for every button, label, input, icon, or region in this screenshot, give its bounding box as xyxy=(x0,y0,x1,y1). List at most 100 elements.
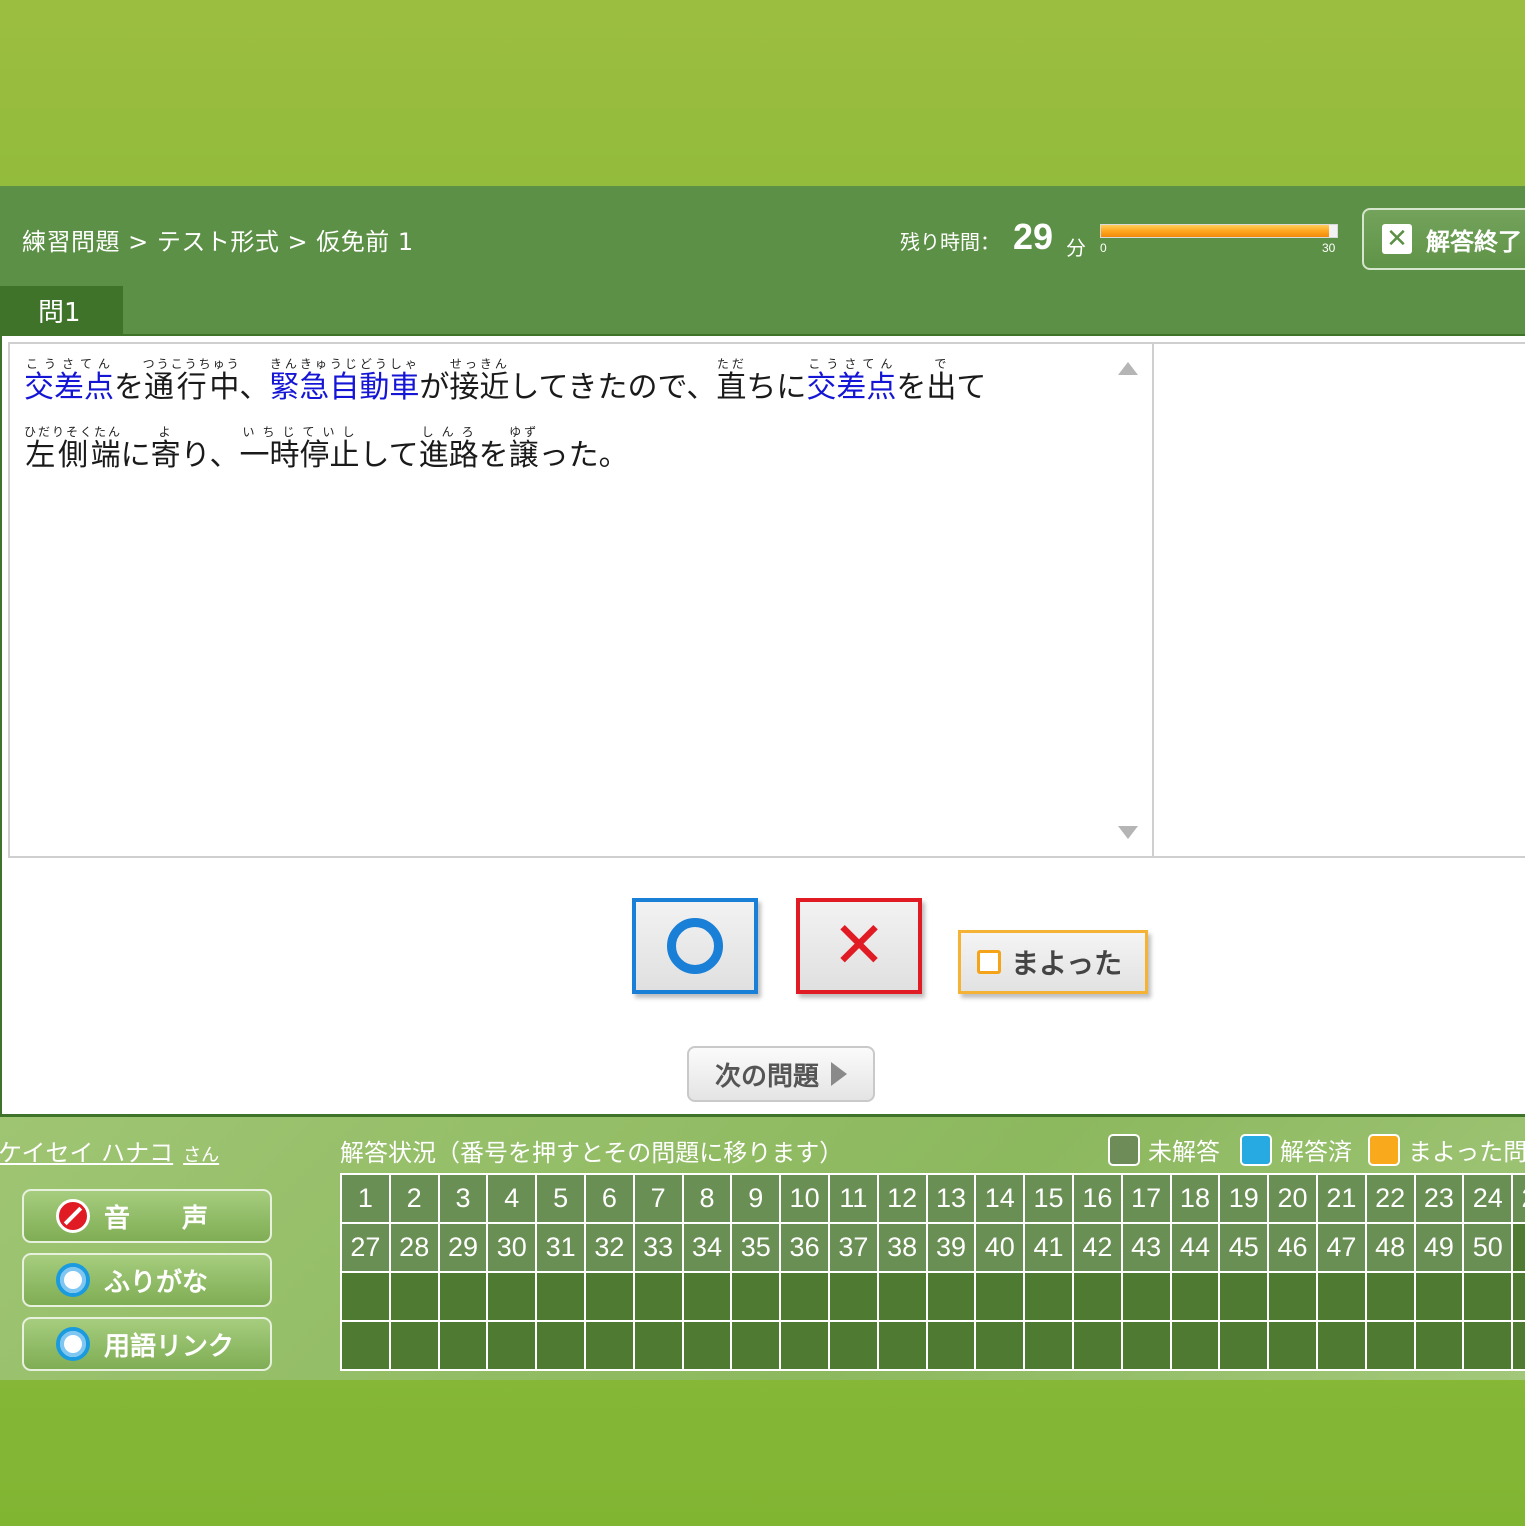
question-text-segment: に xyxy=(120,438,151,473)
question-number-cell[interactable]: 12 xyxy=(878,1175,928,1224)
empty-grid-cell xyxy=(1269,1273,1318,1322)
question-text-segment: を xyxy=(114,370,144,405)
question-text-segment: 譲ゆず xyxy=(508,425,539,473)
empty-grid-cell xyxy=(585,1273,635,1322)
empty-grid-cell xyxy=(1220,1322,1270,1371)
question-number-cell[interactable]: 9 xyxy=(732,1175,782,1224)
question-text-segment: 直ただ xyxy=(716,357,747,405)
question-number-cell[interactable]: 50 xyxy=(1464,1224,1514,1273)
question-number-cell[interactable]: 32 xyxy=(585,1224,635,1273)
empty-grid-cell xyxy=(585,1322,635,1371)
empty-grid-cell xyxy=(1317,1322,1367,1371)
question-number-cell[interactable]: 37 xyxy=(829,1224,879,1273)
timer-progress-fill xyxy=(1101,225,1330,237)
question-number-cell[interactable]: 4 xyxy=(488,1175,538,1224)
empty-grid-cell xyxy=(1366,1273,1416,1322)
empty-grid-cell xyxy=(488,1322,538,1371)
question-number-cell[interactable]: 42 xyxy=(1073,1224,1123,1273)
unsure-button[interactable]: まよった xyxy=(958,930,1148,994)
question-tab[interactable]: 問1 xyxy=(0,286,123,334)
question-number-cell[interactable]: 45 xyxy=(1220,1224,1270,1273)
image-panel xyxy=(1154,342,1525,858)
question-number-cell[interactable]: 47 xyxy=(1317,1224,1367,1273)
empty-grid-cell xyxy=(976,1322,1026,1371)
question-number-cell[interactable]: 15 xyxy=(1025,1175,1074,1224)
user-suffix: さん xyxy=(183,1145,220,1166)
question-number-cell[interactable]: 2 xyxy=(390,1175,440,1224)
next-question-button[interactable]: 次の問題 xyxy=(687,1046,875,1102)
question-number-cell[interactable]: 46 xyxy=(1269,1224,1318,1273)
question-number-grid: 1 2 3 4 5 6 7 8 9 10 11 12 13 14 15 16 17 18 19 20 21 22 23 24 2… xyxy=(340,1173,1525,1371)
empty-grid-cell xyxy=(732,1322,782,1371)
empty-grid-cell xyxy=(342,1273,391,1322)
answer-correct-button[interactable] xyxy=(632,898,758,994)
scroll-down-icon[interactable] xyxy=(1118,826,1138,839)
question-number-cell[interactable]: 8 xyxy=(683,1175,733,1224)
checkbox-icon xyxy=(977,950,1001,974)
question-number-cell[interactable]: 18 xyxy=(1171,1175,1221,1224)
empty-grid-cell xyxy=(1366,1322,1416,1371)
question-number-cell[interactable]: 34 xyxy=(683,1224,733,1273)
empty-grid-cell xyxy=(878,1273,928,1322)
question-number-cell[interactable]: 22 xyxy=(1366,1175,1416,1224)
question-number-cell[interactable]: 25 xyxy=(1513,1175,1525,1224)
term-link-toggle-button[interactable]: 用語リンク xyxy=(22,1317,272,1371)
question-text-segment: 寄よ xyxy=(150,425,181,473)
question-number-cell[interactable]: 19 xyxy=(1220,1175,1270,1224)
prohibited-icon xyxy=(56,1199,90,1233)
question-number-cell[interactable]: 21 xyxy=(1317,1175,1367,1224)
question-number-cell[interactable]: 38 xyxy=(878,1224,928,1273)
empty-grid-cell xyxy=(634,1322,684,1371)
finish-answer-button[interactable]: ✕ 解答終了 xyxy=(1362,208,1525,270)
empty-grid-cell xyxy=(1464,1322,1514,1371)
question-number-cell[interactable]: 48 xyxy=(1366,1224,1416,1273)
question-number-cell[interactable]: 17 xyxy=(1122,1175,1172,1224)
question-number-cell[interactable]: 5 xyxy=(537,1175,586,1224)
question-number-cell[interactable]: 27 xyxy=(342,1224,391,1273)
question-number-cell[interactable]: 31 xyxy=(537,1224,586,1273)
question-number-cell[interactable]: 30 xyxy=(488,1224,538,1273)
question-number-cell[interactable]: 44 xyxy=(1171,1224,1221,1273)
question-number-cell[interactable]: 43 xyxy=(1122,1224,1172,1273)
test-app: 練習問題 > テスト形式 > 仮免前 1 残り時間： 29 分 0 30 ✕ 解… xyxy=(0,186,1525,1380)
question-number-cell[interactable]: 1 xyxy=(342,1175,391,1224)
legend-unanswered-label: 未解答 xyxy=(1148,1138,1220,1166)
question-number-cell[interactable]: 7 xyxy=(634,1175,684,1224)
voice-toggle-button[interactable]: 音声 xyxy=(22,1189,272,1243)
question-number-cell[interactable]: 23 xyxy=(1415,1175,1465,1224)
term-link[interactable]: 交差点こうさてん xyxy=(806,357,896,405)
user-name[interactable]: ケイセイ ハナコ さん xyxy=(0,1133,219,1168)
question-number-cell[interactable]: 39 xyxy=(927,1224,977,1273)
question-text-segment: を xyxy=(478,438,509,473)
question-number-cell[interactable]: 36 xyxy=(781,1224,830,1273)
empty-grid-cell xyxy=(683,1273,733,1322)
question-number-cell[interactable]: 24 xyxy=(1464,1175,1514,1224)
question-number-cell[interactable]: 6 xyxy=(585,1175,635,1224)
question-number-cell[interactable]: 28 xyxy=(390,1224,440,1273)
term-link[interactable]: 交差点こうさてん xyxy=(24,357,114,405)
legend-unsure-swatch xyxy=(1368,1133,1400,1166)
question-number-cell[interactable]: 13 xyxy=(927,1175,977,1224)
question-number-cell[interactable]: 49 xyxy=(1415,1224,1465,1273)
question-number-cell[interactable]: 29 xyxy=(439,1224,489,1273)
scroll-up-icon[interactable] xyxy=(1118,362,1138,375)
question-number-cell[interactable]: 10 xyxy=(781,1175,830,1224)
question-number-cell[interactable]: 3 xyxy=(439,1175,489,1224)
furigana-toggle-button[interactable]: ふりがな xyxy=(22,1253,272,1307)
question-number-cell[interactable]: 16 xyxy=(1073,1175,1123,1224)
cross-icon: ✕ xyxy=(832,909,886,983)
question-number-cell[interactable]: 20 xyxy=(1269,1175,1318,1224)
timer-value: 29 xyxy=(1013,216,1054,257)
question-line-2: 左側端ひだりそくたんに寄より、一時停止いちじていしして進路しんろを譲ゆずった。 xyxy=(24,422,1104,490)
question-number-cell[interactable]: 35 xyxy=(732,1224,782,1273)
term-link[interactable]: 緊急自動車きんきゅうじどうしゃ xyxy=(269,357,419,405)
question-box: 交差点こうさてんを通行中つうこうちゅう、緊急自動車きんきゅうじどうしゃが接近せっ… xyxy=(8,342,1154,858)
question-number-cell[interactable]: 11 xyxy=(829,1175,879,1224)
question-number-cell[interactable]: 33 xyxy=(634,1224,684,1273)
circle-icon xyxy=(667,918,723,974)
empty-grid-cell xyxy=(439,1273,489,1322)
question-number-cell[interactable]: 40 xyxy=(976,1224,1026,1273)
answer-wrong-button[interactable]: ✕ xyxy=(796,898,922,994)
question-number-cell[interactable]: 14 xyxy=(976,1175,1026,1224)
question-number-cell[interactable]: 41 xyxy=(1025,1224,1074,1273)
